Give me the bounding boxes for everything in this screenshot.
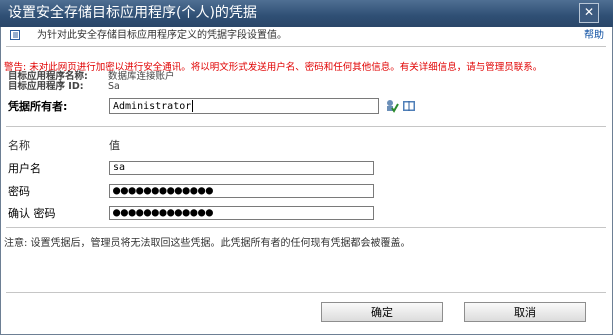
- top-divider: [6, 46, 606, 47]
- app-id-value: Sa: [108, 81, 120, 92]
- username-label: 用户名: [8, 162, 41, 175]
- confirm-password-label: 确认 密码: [8, 207, 56, 220]
- description-text: 为针对此安全存储目标应用程序定义的凭据字段设置值。: [37, 30, 287, 41]
- app-id-label: 目标应用程序 ID:: [8, 81, 84, 92]
- username-input[interactable]: sa: [109, 161, 374, 175]
- close-icon: ✕: [583, 5, 595, 19]
- footer-divider: [6, 292, 606, 293]
- owner-label: 凭据所有者:: [8, 100, 68, 113]
- column-header-name: 名称: [8, 139, 30, 152]
- dialog-title: 设置安全存储目标应用程序(个人)的凭据: [8, 5, 257, 21]
- dialog-titlebar: 设置安全存储目标应用程序(个人)的凭据 ✕: [0, 0, 613, 27]
- info-bar: 为针对此安全存储目标应用程序定义的凭据字段设置值。 帮助: [6, 28, 606, 44]
- password-label: 密码: [8, 185, 30, 198]
- confirm-password-input[interactable]: ●●●●●●●●●●●●●: [109, 206, 374, 220]
- cancel-button[interactable]: 取消: [464, 302, 586, 322]
- help-link[interactable]: 帮助: [584, 28, 604, 44]
- address-book-icon[interactable]: [402, 99, 416, 113]
- password-input[interactable]: ●●●●●●●●●●●●●: [109, 184, 374, 198]
- fields-divider: [6, 227, 606, 228]
- owner-input[interactable]: Administrator: [109, 98, 379, 114]
- column-header-value: 值: [109, 139, 120, 152]
- ok-button[interactable]: 确定: [321, 302, 443, 322]
- middle-divider: [6, 126, 606, 127]
- note-text: 注意: 设置凭据后，管理员将无法取回这些凭据。此凭据所有者的任何现有凭据都会被覆…: [4, 238, 411, 249]
- text-caret: [192, 100, 194, 112]
- owner-value: Administrator: [113, 101, 192, 112]
- book-icon: [10, 30, 20, 40]
- check-names-icon[interactable]: [385, 99, 399, 113]
- close-button[interactable]: ✕: [579, 3, 599, 23]
